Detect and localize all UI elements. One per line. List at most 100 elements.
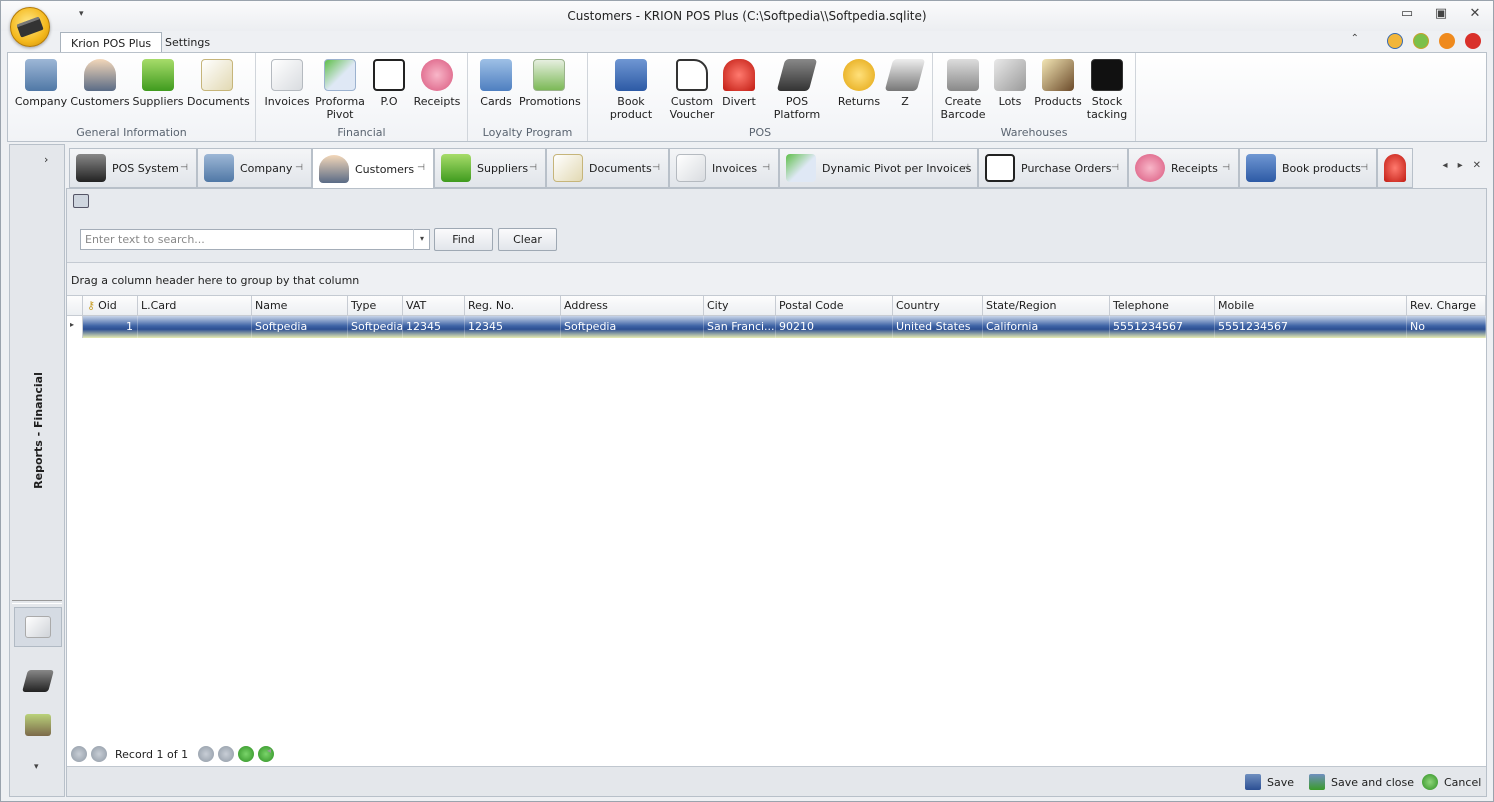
collapse-ribbon-icon[interactable]: ⌃ [1351, 33, 1359, 49]
column-header-state-region[interactable]: State/Region [983, 296, 1110, 316]
scroll-tabs-right-icon[interactable]: ▸ [1458, 160, 1463, 171]
tab-documents[interactable]: Documents ⊣ [546, 148, 669, 188]
tab-suppliers[interactable]: Suppliers ⊣ [434, 148, 546, 188]
splitter[interactable] [12, 600, 62, 604]
cell-state-region[interactable]: California [983, 316, 1110, 338]
column-header-telephone[interactable]: Telephone [1110, 296, 1215, 316]
scroll-left-icon[interactable]: ◂ [267, 746, 271, 755]
cell-oid[interactable]: 1 [83, 316, 138, 338]
pin-icon[interactable]: ⊣ [1111, 163, 1119, 173]
divert-button[interactable]: Divert [709, 57, 769, 108]
remove-record-icon[interactable] [238, 746, 255, 762]
tab-company[interactable]: Company ⊣ [197, 148, 312, 188]
cell-lcard[interactable] [138, 316, 252, 338]
column-header-name[interactable]: Name [252, 296, 348, 316]
pos-platform-button[interactable]: POS Platform [762, 57, 832, 121]
pin-icon[interactable]: ⊣ [1360, 163, 1368, 173]
customers-button[interactable]: Customers [70, 57, 130, 108]
first-record-icon[interactable] [71, 746, 87, 762]
suppliers-button[interactable]: Suppliers [128, 57, 188, 108]
cell-telephone[interactable]: 5551234567 [1110, 316, 1215, 338]
stock-tacking-button[interactable]: Stock tacking [1077, 57, 1137, 121]
cell-postal-code[interactable]: 90210 [776, 316, 893, 338]
column-header-postal-code[interactable]: Postal Code [776, 296, 893, 316]
minimize-icon[interactable]: ▭ [1399, 7, 1415, 23]
column-header-vat[interactable]: VAT [403, 296, 465, 316]
cancel-button[interactable]: Cancel [1422, 774, 1481, 790]
cell-vat[interactable]: 12345 [403, 316, 465, 338]
receipts-button[interactable]: Receipts [407, 57, 467, 108]
side-item-pos[interactable] [14, 661, 62, 701]
tab-book-products[interactable]: Book products ⊣ [1239, 148, 1377, 188]
pin-icon[interactable]: ⊣ [529, 163, 537, 173]
ribbon-tab-settings[interactable]: Settings [155, 32, 220, 54]
cell-address[interactable]: Softpedia [561, 316, 704, 338]
cards-button[interactable]: Cards [466, 57, 526, 108]
column-header-country[interactable]: Country [893, 296, 983, 316]
cell-country[interactable]: United States [893, 316, 983, 338]
tab-dynamic-pivot[interactable]: Dynamic Pivot per Invoices ⊣ [779, 148, 978, 188]
exit-icon[interactable] [1465, 33, 1481, 49]
z-report-button[interactable]: Z [875, 57, 935, 108]
pin-icon[interactable]: ⊣ [961, 163, 969, 173]
cell-reg-no[interactable]: 12345 [465, 316, 561, 338]
column-header-lcard[interactable]: L.Card [138, 296, 252, 316]
promotions-button[interactable]: Promotions [519, 57, 581, 108]
power-icon[interactable] [1439, 33, 1455, 49]
tab-customers[interactable]: Customers ⊣ [312, 148, 434, 189]
next-record-icon[interactable] [198, 746, 215, 762]
column-header-rev-charge[interactable]: Rev. Charge [1407, 296, 1486, 316]
pin-icon[interactable]: ⊣ [295, 163, 303, 173]
side-panel-title[interactable]: Reports - Financial [12, 370, 64, 490]
tab-invoices[interactable]: Invoices ⊣ [669, 148, 779, 188]
column-header-mobile[interactable]: Mobile [1215, 296, 1407, 316]
maximize-icon[interactable]: ▣ [1433, 7, 1449, 23]
column-header-oid[interactable]: ⚷ Oid [83, 296, 138, 316]
previous-record-icon[interactable] [91, 746, 107, 762]
side-item-store[interactable] [14, 705, 62, 745]
cell-city[interactable]: San Franci... [704, 316, 776, 338]
scroll-tabs-left-icon[interactable]: ◂ [1443, 160, 1448, 171]
pin-icon[interactable]: ⊣ [1222, 163, 1230, 173]
book-product-button[interactable]: Book product [596, 57, 666, 121]
last-record-icon[interactable] [218, 746, 235, 762]
cell-type[interactable]: Softpedia [348, 316, 403, 338]
company-button[interactable]: Company [11, 57, 71, 108]
column-header-address[interactable]: Address [561, 296, 704, 316]
clear-button[interactable]: Clear [498, 228, 557, 251]
application-menu-button[interactable] [10, 7, 50, 47]
cell-rev-charge[interactable]: No [1407, 316, 1486, 338]
print-icon[interactable] [73, 194, 89, 208]
more-items-icon[interactable]: ▾ [34, 762, 39, 772]
pin-icon[interactable]: ⊣ [762, 163, 770, 173]
cell-mobile[interactable]: 5551234567 [1215, 316, 1407, 338]
pin-icon[interactable]: ⊣ [180, 163, 188, 173]
user-icon[interactable] [1387, 33, 1403, 49]
cell-name[interactable]: Softpedia [252, 316, 348, 338]
find-button[interactable]: Find [434, 228, 493, 251]
tab-divert-partial[interactable] [1377, 148, 1413, 188]
pin-icon[interactable]: ⊣ [652, 163, 660, 173]
documents-button[interactable]: Documents [187, 57, 250, 108]
side-item-reports-financial[interactable] [14, 607, 62, 647]
save-and-close-button[interactable]: Save and close [1309, 774, 1414, 790]
column-header-reg-no[interactable]: Reg. No. [465, 296, 561, 316]
close-tab-icon[interactable]: ✕ [1473, 160, 1481, 171]
invoices-button[interactable]: Invoices [257, 57, 317, 108]
tab-pos-system[interactable]: POS System ⊣ [69, 148, 197, 188]
users-icon[interactable] [1413, 33, 1429, 49]
search-dropdown-icon[interactable]: ▾ [413, 229, 430, 250]
pin-icon[interactable]: ⊣ [417, 163, 425, 173]
group-by-area[interactable]: Drag a column header here to group by th… [67, 263, 1486, 296]
ribbon-tab-krion[interactable]: Krion POS Plus [60, 32, 163, 54]
column-header-type[interactable]: Type [348, 296, 403, 316]
expand-panel-icon[interactable]: › [44, 153, 48, 166]
table-row[interactable]: ▸ 1 Softpedia Softpedia 12345 12345 Soft… [67, 316, 1486, 338]
tab-purchase-orders[interactable]: Purchase Orders ⊣ [978, 148, 1128, 188]
tab-receipts[interactable]: Receipts ⊣ [1128, 148, 1239, 188]
column-header-city[interactable]: City [704, 296, 776, 316]
close-icon[interactable]: ✕ [1467, 7, 1483, 23]
save-button[interactable]: Save [1245, 774, 1294, 790]
row-indicator-icon[interactable]: ▸ [67, 316, 83, 338]
search-input[interactable]: Enter text to search... [80, 229, 430, 250]
